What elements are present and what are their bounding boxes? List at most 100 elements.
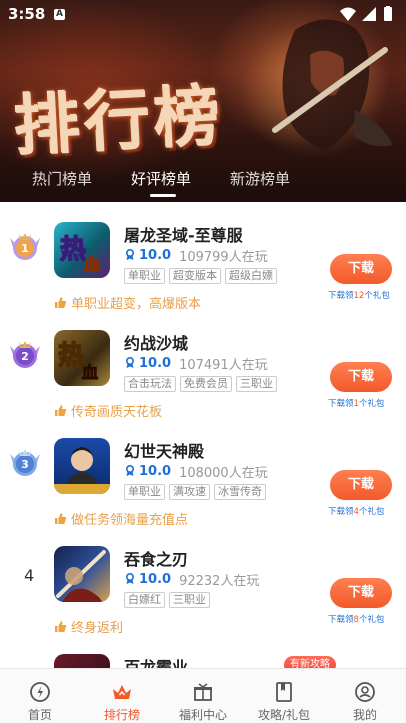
game-row[interactable]: 4 吞食之刃 10.0 92232人在玩 白嫖红 三职业 终身返利 下载 下载领… — [0, 526, 406, 636]
signal-icon — [362, 7, 376, 21]
banner-headline: 排行榜 — [12, 76, 227, 166]
system-status-icons — [340, 6, 392, 21]
gift-suffix: 个礼包 — [358, 615, 385, 625]
nav-label: 排行榜 — [103, 708, 140, 722]
game-icon[interactable]: 热 血 — [54, 330, 110, 386]
player-count: 92232人在玩 — [179, 573, 260, 589]
slogan-text: 做任务领海量充值点 — [71, 512, 189, 528]
game-tag: 白嫖红 — [124, 592, 165, 608]
thumbs-up-icon — [55, 620, 67, 632]
header-banner: 排行榜 3:58 A 热门榜单 好评榜单 新游榜单 — [0, 0, 406, 202]
nav-label: 攻略/礼包 — [257, 708, 311, 722]
game-tag: 合击玩法 — [124, 376, 176, 392]
gift-suffix: 个礼包 — [364, 291, 390, 301]
book-icon — [276, 682, 292, 702]
game-icon-art: 热 血 — [57, 340, 98, 382]
thumbs-up-icon — [55, 296, 67, 308]
gift-count-label: 下载领4个礼包 — [328, 505, 384, 517]
game-icon[interactable] — [54, 438, 110, 494]
game-slogan: 终身返利 — [54, 618, 124, 636]
nav-label: 福利中心 — [178, 708, 227, 722]
gift-suffix: 个礼包 — [358, 399, 385, 409]
award-icon — [126, 465, 134, 476]
game-tag: 单职业 — [124, 484, 165, 500]
game-row[interactable]: 2 热 血 约战沙城 10.0 107491人在玩 合击玩法 免费会员 三职业 … — [0, 310, 406, 420]
tag-list: 单职业 超变版本 超级白嫖 — [124, 268, 277, 284]
game-title[interactable]: 屠龙圣域-至尊服 — [124, 222, 243, 246]
status-bar: 3:58 A — [0, 0, 406, 28]
nav-ranking[interactable]: 排行榜 — [82, 669, 162, 723]
gift-prefix: 下载领 — [328, 291, 354, 301]
slogan-text: 传奇画质天花板 — [71, 404, 163, 420]
game-icon-art — [56, 550, 106, 602]
rank-1-medal-icon: 1 — [10, 233, 40, 260]
player-count: 107491人在玩 — [179, 357, 268, 373]
slogan-text: 终身返利 — [71, 620, 124, 636]
svg-text:血: 血 — [84, 255, 100, 274]
active-tab-indicator — [150, 194, 176, 197]
nav-welfare[interactable]: 福利中心 — [163, 669, 243, 723]
profile-icon — [355, 682, 375, 702]
tag-list: 单职业 满攻速 冰雪传奇 — [124, 484, 266, 500]
score-row: 10.0 107491人在玩 — [124, 354, 268, 373]
svg-text:1: 1 — [21, 242, 29, 255]
score-row: 10.0 108000人在玩 — [124, 462, 268, 481]
game-title[interactable]: 百龙霸业 — [124, 654, 188, 668]
game-tag: 超级白嫖 — [225, 268, 277, 284]
game-score: 10.0 — [139, 463, 172, 479]
download-button[interactable]: 下载 — [330, 470, 392, 500]
game-tag: 满攻速 — [169, 484, 210, 500]
crown-icon — [113, 685, 131, 699]
game-icon[interactable] — [54, 654, 110, 668]
svg-text:3: 3 — [21, 458, 29, 471]
nav-guides[interactable]: 攻略/礼包 — [244, 669, 324, 723]
game-tag: 冰雪传奇 — [214, 484, 266, 500]
rank-2-medal-icon: 2 — [10, 341, 40, 368]
battery-icon — [384, 7, 392, 21]
thumbs-up-icon — [55, 404, 67, 416]
game-slogan: 单职业超变，高爆版本 — [54, 294, 202, 312]
game-score: 10.0 — [139, 355, 172, 371]
tag-list: 白嫖红 三职业 — [124, 592, 210, 608]
game-tag: 三职业 — [236, 376, 277, 392]
game-row[interactable]: 百龙霸业 — [0, 634, 406, 668]
game-row[interactable]: 3 幻世天神殿 10.0 108000人在玩 单职业 满攻速 冰雪传奇 做任务领… — [0, 418, 406, 528]
award-icon — [126, 357, 134, 368]
gift-count-label: 下载领1个礼包 — [328, 397, 384, 409]
tab-hot[interactable]: 热门榜单 — [32, 168, 92, 189]
tab-rating[interactable]: 好评榜单 — [131, 168, 191, 189]
ranking-list[interactable]: 1 热 血 屠龙圣域-至尊服 10.0 109799人在玩 单职业 超变版本 超… — [0, 202, 406, 668]
game-tag: 免费会员 — [180, 376, 232, 392]
nav-profile[interactable]: 我的 — [325, 669, 405, 723]
game-icon[interactable] — [54, 546, 110, 602]
nav-home[interactable]: 首页 — [0, 669, 80, 723]
game-tag: 三职业 — [169, 592, 210, 608]
download-button[interactable]: 下载 — [330, 362, 392, 392]
tag-list: 合击玩法 免费会员 三职业 — [124, 376, 277, 392]
gift-prefix: 下载领 — [328, 399, 354, 409]
warrior-artwork — [272, 19, 393, 151]
nav-label: 我的 — [352, 708, 377, 722]
gift-prefix: 下载领 — [328, 507, 354, 517]
score-row: 10.0 109799人在玩 — [124, 246, 268, 265]
rank-number: 4 — [24, 566, 35, 585]
game-score: 10.0 — [139, 247, 172, 263]
svg-text:血: 血 — [82, 363, 98, 382]
download-button[interactable]: 下载 — [330, 254, 392, 284]
nav-label: 首页 — [27, 708, 52, 722]
slogan-text: 单职业超变，高爆版本 — [71, 296, 202, 312]
game-title[interactable]: 吞食之刃 — [124, 546, 188, 570]
game-title[interactable]: 幻世天神殿 — [124, 438, 204, 462]
game-icon[interactable]: 热 血 — [54, 222, 110, 278]
gift-count-label: 下载领12个礼包 — [328, 289, 390, 301]
game-row[interactable]: 1 热 血 屠龙圣域-至尊服 10.0 109799人在玩 单职业 超变版本 超… — [0, 202, 406, 312]
gift-box-icon — [194, 683, 212, 701]
game-slogan: 传奇画质天花板 — [54, 402, 163, 420]
download-button[interactable]: 下载 — [330, 578, 392, 608]
award-icon — [126, 249, 134, 260]
notification-icon: A — [54, 9, 65, 20]
game-title[interactable]: 约战沙城 — [124, 330, 188, 354]
game-icon-art — [54, 447, 110, 494]
home-icon — [30, 682, 50, 702]
tab-new[interactable]: 新游榜单 — [230, 168, 290, 189]
